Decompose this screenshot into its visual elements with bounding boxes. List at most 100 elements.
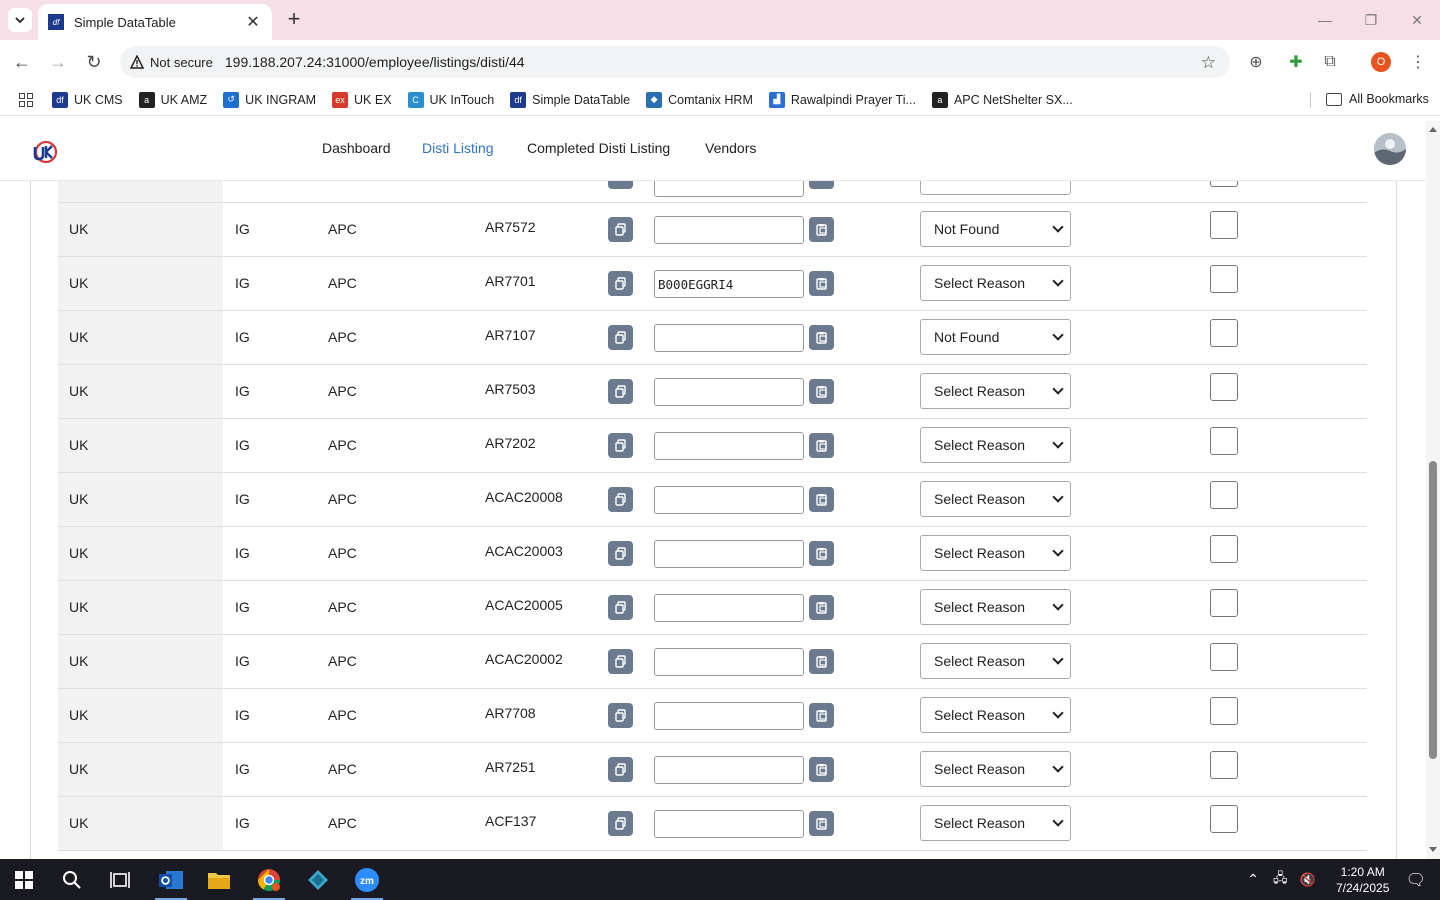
bookmark-item[interactable]: ▟ Rawalpindi Prayer Ti... <box>768 91 916 108</box>
paste-asin-button[interactable] <box>809 217 834 242</box>
page-scrollbar[interactable] <box>1426 121 1440 859</box>
bookmark-item[interactable]: df Simple DataTable <box>510 91 630 108</box>
copy-sku-button[interactable] <box>608 379 633 404</box>
copy-sku-button[interactable] <box>608 271 633 296</box>
reason-select[interactable]: Select Reason <box>920 535 1071 571</box>
user-avatar[interactable] <box>1374 133 1406 165</box>
zoom-icon[interactable]: zm <box>343 859 391 900</box>
bookmark-item[interactable]: C UK InTouch <box>407 91 494 108</box>
reason-select[interactable]: Select Reason <box>920 697 1071 733</box>
new-tab-button[interactable]: + <box>282 8 306 32</box>
translate-icon[interactable]: ⊕ <box>1244 50 1268 74</box>
reason-select[interactable]: Not Found <box>920 211 1071 247</box>
paste-asin-button[interactable] <box>809 271 834 296</box>
profile-avatar[interactable]: O <box>1371 52 1391 72</box>
tab-close-icon[interactable]: ✕ <box>244 12 262 32</box>
chrome-icon[interactable] <box>245 859 293 900</box>
copy-sku-button[interactable] <box>608 541 633 566</box>
asin-input[interactable] <box>654 648 804 676</box>
asin-input[interactable] <box>654 270 804 298</box>
reason-select[interactable]: Select Reason <box>920 751 1071 787</box>
scroll-up-icon[interactable] <box>1429 127 1437 132</box>
paste-asin-button[interactable] <box>809 811 834 836</box>
windows-start-icon[interactable] <box>0 859 48 900</box>
browser-menu-icon[interactable]: ⋮ <box>1406 50 1430 74</box>
row-checkbox[interactable] <box>1210 265 1238 293</box>
paste-asin-button[interactable] <box>809 181 834 189</box>
asin-input[interactable] <box>654 378 804 406</box>
paste-asin-button[interactable] <box>809 487 834 512</box>
row-checkbox[interactable] <box>1210 535 1238 563</box>
copy-sku-button[interactable] <box>608 757 633 782</box>
network-icon[interactable]: 🖧 <box>1273 869 1288 891</box>
copy-sku-button[interactable] <box>608 649 633 674</box>
window-close-icon[interactable]: ✕ <box>1394 0 1440 40</box>
bookmark-item[interactable]: ◆ Comtanix HRM <box>646 91 753 108</box>
reload-icon[interactable]: ↻ <box>82 50 106 74</box>
extension-plus-icon[interactable]: ✚ <box>1284 50 1308 74</box>
bookmark-item[interactable]: df UK CMS <box>52 91 123 108</box>
reason-select[interactable]: Select Reason <box>920 481 1071 517</box>
row-checkbox[interactable] <box>1210 697 1238 725</box>
scrollbar-thumb[interactable] <box>1429 461 1437 759</box>
bookmark-star-icon[interactable]: ☆ <box>1201 53 1216 73</box>
nav-dashboard[interactable]: Dashboard <box>322 140 391 156</box>
tab-search-button[interactable] <box>8 8 32 32</box>
row-checkbox[interactable] <box>1210 643 1238 671</box>
copy-sku-button[interactable] <box>608 217 633 242</box>
notifications-icon[interactable]: 🗨 <box>1406 870 1426 890</box>
nav-disti-listing[interactable]: Disti Listing <box>422 140 494 156</box>
asin-input[interactable] <box>654 324 804 352</box>
reason-select[interactable]: Select Reason <box>920 589 1071 625</box>
volume-muted-icon[interactable]: 🔇 <box>1300 872 1316 888</box>
row-checkbox[interactable] <box>1210 481 1238 509</box>
copy-sku-button[interactable] <box>608 811 633 836</box>
copy-sku-button[interactable] <box>608 703 633 728</box>
apps-grid-icon[interactable] <box>14 88 38 112</box>
uk-logo-icon[interactable] <box>32 139 58 165</box>
asin-input[interactable] <box>654 216 804 244</box>
search-icon[interactable] <box>48 859 96 900</box>
back-icon[interactable]: ← <box>10 50 34 74</box>
minimize-icon[interactable]: — <box>1302 0 1348 40</box>
copy-sku-button[interactable] <box>608 433 633 458</box>
paste-asin-button[interactable] <box>809 541 834 566</box>
reason-select[interactable]: Select Reason <box>920 427 1071 463</box>
paste-asin-button[interactable] <box>809 379 834 404</box>
copy-sku-button[interactable] <box>608 595 633 620</box>
bookmark-item[interactable]: ↺ UK INGRAM <box>223 91 316 108</box>
reason-select[interactable] <box>920 181 1071 195</box>
scroll-down-icon[interactable] <box>1429 847 1437 852</box>
bookmark-item[interactable]: ex UK EX <box>332 91 392 108</box>
reason-select[interactable]: Select Reason <box>920 805 1071 841</box>
nav-completed-disti-listing[interactable]: Completed Disti Listing <box>527 140 670 156</box>
paste-asin-button[interactable] <box>809 703 834 728</box>
asin-input[interactable] <box>654 756 804 784</box>
row-checkbox[interactable] <box>1210 589 1238 617</box>
bookmark-item[interactable]: a UK AMZ <box>138 91 207 108</box>
paste-asin-button[interactable] <box>809 595 834 620</box>
all-bookmarks-button[interactable]: All Bookmarks <box>1326 92 1429 106</box>
asin-input[interactable] <box>654 486 804 514</box>
reason-select[interactable]: Not Found <box>920 319 1071 355</box>
task-view-icon[interactable] <box>96 859 144 900</box>
outlook-icon[interactable] <box>147 859 195 900</box>
reason-select[interactable]: Select Reason <box>920 265 1071 301</box>
file-explorer-icon[interactable] <box>195 859 243 900</box>
row-checkbox[interactable] <box>1210 319 1238 347</box>
bookmark-item[interactable]: a APC NetShelter SX... <box>931 91 1073 108</box>
row-checkbox[interactable] <box>1210 805 1238 833</box>
copy-sku-button[interactable] <box>608 487 633 512</box>
asin-input[interactable] <box>654 181 804 197</box>
row-checkbox[interactable] <box>1210 373 1238 401</box>
app-icon[interactable] <box>294 859 342 900</box>
row-checkbox[interactable] <box>1210 427 1238 455</box>
asin-input[interactable] <box>654 702 804 730</box>
asin-input[interactable] <box>654 810 804 838</box>
paste-asin-button[interactable] <box>809 325 834 350</box>
copy-sku-button[interactable] <box>608 325 633 350</box>
tray-chevron-icon[interactable]: ⌃ <box>1247 871 1259 888</box>
extensions-puzzle-icon[interactable]: ⧉ <box>1318 50 1342 74</box>
row-checkbox[interactable] <box>1210 211 1238 239</box>
paste-asin-button[interactable] <box>809 433 834 458</box>
